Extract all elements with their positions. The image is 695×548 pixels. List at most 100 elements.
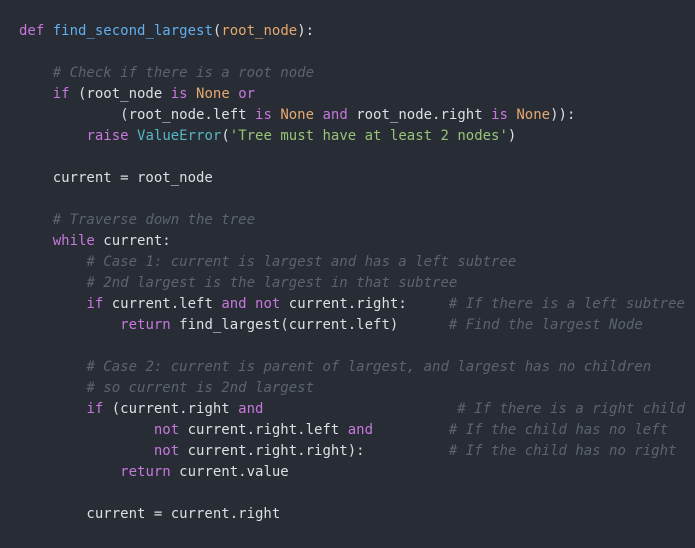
code-token: current.right: bbox=[280, 296, 449, 312]
code-token: # Case 1: current is largest and has a l… bbox=[86, 254, 517, 270]
code-editor[interactable]: def find_second_largest(root_node): # Ch… bbox=[0, 0, 695, 548]
code-token: root_node bbox=[221, 23, 298, 39]
code-token: current: bbox=[94, 233, 171, 249]
code-token: and bbox=[221, 296, 247, 312]
code-token: ( bbox=[221, 128, 230, 144]
code-token: None bbox=[196, 86, 230, 102]
code-line: if (current.right and # If there is a ri… bbox=[19, 399, 695, 420]
code-line: current = current.right bbox=[19, 504, 695, 525]
code-token: (root_node bbox=[69, 86, 171, 102]
code-line: # Traverse down the tree bbox=[19, 210, 695, 231]
code-token: # Case 2: current is parent of largest, … bbox=[86, 359, 652, 375]
code-token: # 2nd largest is the largest in that sub… bbox=[86, 275, 458, 291]
code-token: # so current is 2nd largest bbox=[86, 380, 315, 396]
code-token: and bbox=[347, 422, 374, 438]
code-line: # Check if there is a root node bbox=[19, 63, 695, 84]
code-token: # Find the largest Node bbox=[448, 317, 643, 333]
code-token: if bbox=[52, 86, 70, 102]
code-token: if bbox=[86, 401, 104, 417]
code-token: None bbox=[280, 107, 315, 123]
code-token: is bbox=[170, 86, 188, 102]
code-token: current = current.right bbox=[19, 506, 281, 522]
code-token: : bbox=[566, 107, 576, 123]
code-line: not current.right.left and # If the chil… bbox=[19, 420, 695, 441]
code-token: current.value bbox=[170, 464, 289, 480]
code-token: not bbox=[153, 443, 180, 459]
code-token: while bbox=[52, 233, 95, 249]
code-line: # so current is 2nd largest bbox=[19, 378, 695, 399]
code-token: (current.right bbox=[103, 401, 239, 417]
code-token: # If the child has no left bbox=[448, 422, 669, 438]
code-token: and bbox=[322, 107, 348, 123]
code-line: # 2nd largest is the largest in that sub… bbox=[19, 273, 695, 294]
code-token: (root_node.left bbox=[19, 107, 256, 123]
code-token: current.right.left bbox=[179, 422, 348, 438]
code-line: # Case 1: current is largest and has a l… bbox=[19, 252, 695, 273]
code-token: # If there is a left subtree bbox=[448, 296, 685, 312]
code-line: def find_second_largest(root_node): bbox=[19, 21, 695, 42]
code-token: )) bbox=[550, 107, 567, 123]
code-token: find_second_largest bbox=[52, 23, 213, 39]
code-token: ) bbox=[507, 128, 517, 144]
code-token: or bbox=[238, 86, 256, 102]
code-line: (root_node.left is None and root_node.ri… bbox=[19, 105, 695, 126]
code-token: # If the child has no right bbox=[448, 443, 677, 459]
code-token: def bbox=[19, 23, 45, 39]
code-line: return find_largest(current.left) # Find… bbox=[19, 315, 695, 336]
code-token: 'Tree must have at least 2 nodes' bbox=[229, 128, 508, 144]
code-line: current = root_node bbox=[19, 168, 695, 189]
code-line: if (root_node is None or bbox=[19, 84, 695, 105]
code-token: not bbox=[255, 296, 281, 312]
code-token: # If there is a right child bbox=[457, 401, 685, 417]
code-token: ValueError bbox=[137, 128, 222, 144]
code-token: root_node.right bbox=[347, 107, 492, 123]
code-line: not current.right.right): # If the child… bbox=[19, 441, 695, 462]
code-line: # Case 2: current is parent of largest, … bbox=[19, 357, 695, 378]
code-line: while current: bbox=[19, 231, 695, 252]
code-token: is bbox=[255, 107, 272, 123]
code-token: not bbox=[153, 422, 180, 438]
code-token: # Check if there is a root node bbox=[52, 65, 315, 81]
code-token: return bbox=[120, 317, 171, 333]
code-token: return bbox=[120, 464, 171, 480]
code-token: if bbox=[86, 296, 104, 312]
code-token: current = root_node bbox=[19, 170, 213, 186]
code-line: raise ValueError('Tree must have at leas… bbox=[19, 126, 695, 147]
code-token: find_largest(current.left) bbox=[170, 317, 449, 333]
code-line: if current.left and not current.right: #… bbox=[19, 294, 695, 315]
code-line: return current.value bbox=[19, 462, 695, 483]
code-token: current.right.right): bbox=[179, 443, 449, 459]
code-token: and bbox=[238, 401, 264, 417]
code-token: current.left bbox=[103, 296, 222, 312]
code-token: # Traverse down the tree bbox=[52, 212, 256, 228]
code-token: raise bbox=[86, 128, 129, 144]
code-token: is bbox=[491, 107, 508, 123]
code-token: ): bbox=[297, 23, 315, 39]
